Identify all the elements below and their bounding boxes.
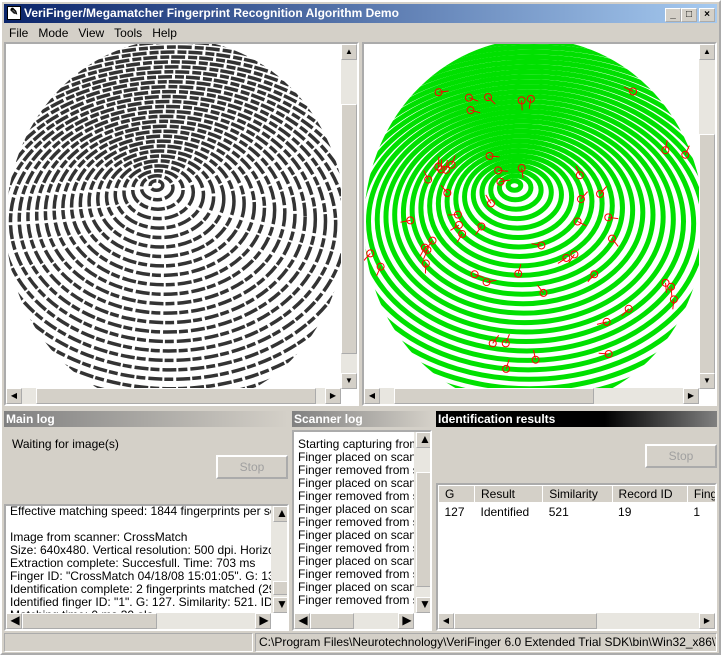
source-image-panel: ▲ ▼ ◀ ▶ xyxy=(4,42,359,406)
scroll-left-icon[interactable]: ◀ xyxy=(6,613,22,629)
menu-file[interactable]: File xyxy=(4,24,33,42)
scroll-thumb[interactable] xyxy=(22,613,157,629)
menu-help[interactable]: Help xyxy=(147,24,182,42)
status-bar-path: C:\Program Files\Neurotechnology\VeriFin… xyxy=(255,633,717,652)
identification-stop-button[interactable]: Stop xyxy=(645,444,717,468)
scroll-down-icon[interactable]: ▼ xyxy=(341,373,357,389)
horizontal-scrollbar[interactable]: ◀ ▶ xyxy=(364,388,699,404)
vertical-scrollbar[interactable]: ▲ ▼ xyxy=(699,44,715,389)
scroll-right-icon[interactable]: ▶ xyxy=(398,613,414,629)
scroll-down-icon[interactable]: ▼ xyxy=(699,373,715,389)
column-header[interactable]: Similarity xyxy=(542,485,613,503)
scroll-thumb[interactable] xyxy=(341,104,357,354)
scroll-right-icon[interactable]: ▶ xyxy=(683,388,699,404)
window-title: VeriFinger/Megamatcher Fingerprint Recog… xyxy=(24,6,399,20)
scroll-up-icon[interactable]: ▲ xyxy=(341,44,357,60)
close-button[interactable]: × xyxy=(699,8,715,22)
scroll-left-icon[interactable]: ◀ xyxy=(438,613,454,629)
scroll-up-icon[interactable]: ▲ xyxy=(416,432,430,448)
scanner-log-header: Scanner log xyxy=(292,411,432,427)
column-header[interactable]: Record ID xyxy=(611,485,688,503)
vertical-scrollbar[interactable]: ▲ ▼ xyxy=(341,44,357,389)
main-log-header: Main log xyxy=(4,411,288,427)
vertical-scrollbar[interactable]: ▲ ▼ xyxy=(414,432,430,613)
ridge-line xyxy=(139,174,175,202)
ridge-line xyxy=(104,154,216,240)
main-log-status: Waiting for image(s) xyxy=(12,437,119,451)
fingerprint-image xyxy=(6,44,346,404)
horizontal-scrollbar[interactable]: ◀ ▶ xyxy=(6,388,341,404)
menu-bar: File Mode View Tools Help xyxy=(4,24,717,42)
scroll-right-icon[interactable]: ▶ xyxy=(255,613,271,629)
log-line: Effective matching speed: 1844 fingerpri… xyxy=(10,505,271,518)
scroll-up-icon[interactable]: ▲ xyxy=(699,44,715,60)
app-icon: ✎ xyxy=(7,6,21,20)
scroll-thumb[interactable] xyxy=(273,581,287,595)
scanner-log-text[interactable]: Starting capturing from scFinger placed … xyxy=(292,430,432,631)
scroll-left-icon[interactable]: ◀ xyxy=(6,388,22,404)
scroll-thumb[interactable] xyxy=(416,472,430,587)
ridge-line xyxy=(505,178,524,193)
horizontal-scrollbar[interactable]: ◀ ▶ xyxy=(294,613,414,629)
scroll-right-icon[interactable]: ▶ xyxy=(699,613,715,629)
main-stop-button[interactable]: Stop xyxy=(216,455,288,479)
scroll-thumb[interactable] xyxy=(36,388,316,404)
minutia-direction xyxy=(670,286,673,297)
scroll-up-icon[interactable]: ▲ xyxy=(273,506,287,522)
scroll-thumb[interactable] xyxy=(394,388,594,404)
scroll-thumb[interactable] xyxy=(699,134,715,374)
horizontal-scrollbar[interactable]: ◀ ▶ xyxy=(6,613,271,629)
scroll-thumb[interactable] xyxy=(454,613,597,629)
scroll-left-icon[interactable]: ◀ xyxy=(364,388,380,404)
vertical-scrollbar[interactable]: ▲ ▼ xyxy=(271,506,287,613)
identification-header: Identification results xyxy=(436,411,717,427)
column-header[interactable]: G xyxy=(438,485,475,503)
table-row[interactable]: 127 Identified 521 19 1 xyxy=(439,503,716,522)
table-cell: 521 xyxy=(548,505,569,519)
skeleton-image-panel: ▲ ▼ ◀ ▶ xyxy=(362,42,717,406)
scroll-left-icon[interactable]: ◀ xyxy=(294,613,310,629)
minutiae-image xyxy=(364,44,704,404)
column-header[interactable]: Finger ID xyxy=(686,485,715,503)
identification-results-table[interactable]: GResultSimilarityRecord IDFinger ID 127 Id… xyxy=(436,483,717,631)
minimize-button[interactable]: _ xyxy=(665,8,681,22)
menu-view[interactable]: View xyxy=(73,24,109,42)
minutia-direction xyxy=(521,100,523,111)
table-cell: Identified xyxy=(480,505,530,519)
minutia-direction xyxy=(598,352,609,355)
scroll-right-icon[interactable]: ▶ xyxy=(325,388,341,404)
scroll-thumb[interactable] xyxy=(310,613,354,629)
status-bar-left xyxy=(4,633,253,652)
menu-tools[interactable]: Tools xyxy=(109,24,147,42)
ridge-line xyxy=(148,178,165,193)
table-cell: 127 xyxy=(444,505,465,519)
table-cell: 1 xyxy=(693,505,701,519)
maximize-button[interactable]: □ xyxy=(681,8,697,22)
table-cell: 19 xyxy=(618,505,632,519)
log-line: Finger removed from scar xyxy=(298,593,414,607)
scroll-down-icon[interactable]: ▼ xyxy=(273,597,287,613)
main-log-text[interactable]: Effective matching speed: 1844 fingerpri… xyxy=(4,504,289,631)
scroll-down-icon[interactable]: ▼ xyxy=(416,597,430,613)
horizontal-scrollbar[interactable]: ◀ ▶ xyxy=(438,613,715,629)
menu-mode[interactable]: Mode xyxy=(33,24,73,42)
title-bar: ✎ VeriFinger/Megamatcher Fingerprint Rec… xyxy=(4,4,717,23)
column-header[interactable]: Result xyxy=(473,485,544,503)
